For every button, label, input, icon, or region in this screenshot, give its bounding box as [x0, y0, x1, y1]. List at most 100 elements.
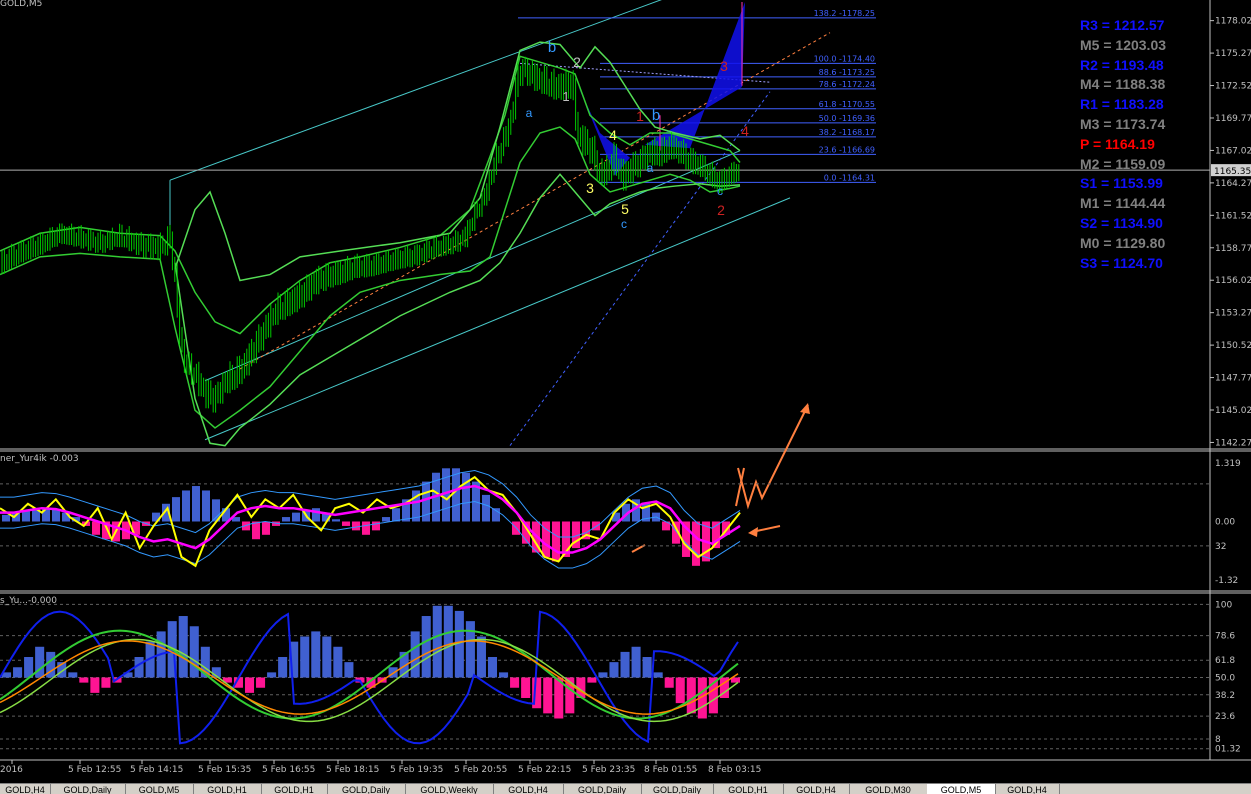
pivot-level: M4 = 1188.38	[1080, 76, 1166, 93]
envelope-lower	[174, 173, 741, 447]
histogram-bar	[620, 651, 630, 678]
histogram-bar	[362, 521, 370, 535]
ind1-tick-label: 32	[1215, 542, 1226, 552]
histogram-bar	[278, 657, 288, 678]
candlestick-series	[1, 56, 740, 413]
histogram-bar	[311, 631, 321, 678]
wave-label: 3	[586, 180, 594, 196]
indicator2-title: s_Yu...-0.000	[0, 596, 57, 606]
histogram-bar	[90, 677, 100, 693]
histogram-bar	[410, 631, 420, 678]
ind2-histogram	[2, 605, 740, 719]
histogram-bar	[692, 521, 700, 566]
pivot-level: M0 = 1129.80	[1080, 234, 1166, 251]
histogram-bar	[189, 626, 199, 678]
histogram-bar	[543, 677, 553, 714]
arrowhead	[800, 403, 810, 414]
arrowhead	[748, 527, 758, 537]
fib-level-label: 78.6 -1172.24	[819, 80, 875, 89]
histogram-bar	[598, 672, 608, 678]
histogram-bar	[587, 677, 597, 683]
time-tick-label: 5 Feb 14:15	[130, 765, 183, 775]
ind2-tick-label: 50.0	[1215, 674, 1235, 684]
pivot-level: S1 = 1153.99	[1080, 175, 1163, 192]
price-tick-label: 1172.52	[1215, 82, 1251, 92]
wave-label: c	[717, 184, 723, 198]
ind2-tick-label: 78.6	[1215, 632, 1235, 642]
price-tick-label: 1147.77	[1215, 374, 1251, 384]
histogram-bar	[609, 662, 619, 678]
histogram-bar	[300, 636, 310, 678]
histogram-bar	[421, 616, 431, 678]
price-tick-label: 1175.27	[1215, 49, 1251, 59]
histogram-bar	[452, 468, 460, 522]
histogram-bar	[352, 521, 360, 531]
histogram-bar	[332, 519, 340, 522]
wave-label: 2	[717, 202, 725, 218]
histogram-bar	[244, 677, 255, 693]
pivot-level: R1 = 1183.28	[1080, 96, 1164, 113]
wave-label: 4	[609, 127, 617, 143]
fib-level-label: 23.6 -1166.69	[819, 145, 875, 154]
histogram-bar	[392, 508, 400, 522]
price-tick-label: 1153.27	[1215, 309, 1251, 319]
price-tick-label: 1142.27	[1215, 438, 1251, 448]
histogram-bar	[443, 605, 453, 678]
fib-level-label: 88.6 -1173.25	[819, 68, 875, 77]
histogram-bar	[432, 605, 442, 678]
ind2-tick-label: 38.2	[1215, 691, 1235, 701]
pivot-level: S3 = 1124.70	[1080, 254, 1163, 271]
fib-level-label: 0.0 -1164.31	[824, 173, 875, 182]
wave-label: 1	[562, 89, 569, 104]
histogram-bar	[13, 667, 23, 678]
histogram-bar	[344, 662, 354, 678]
projection-arrow	[737, 404, 809, 510]
wave-label: a	[647, 161, 654, 175]
histogram-bar	[178, 616, 188, 678]
time-tick-label: 5 Feb 19:35	[390, 765, 443, 775]
ind2-tick-label: 100	[1215, 600, 1232, 610]
wave-label: 4	[741, 123, 749, 139]
time-tick-label: 5 Feb 20:55	[454, 765, 507, 775]
chart-tab-bar: GOLD,H4 GOLD,Daily GOLD,M5 GOLD,H1 GOLD,H1 GO…	[0, 783, 1251, 794]
histogram-bar	[79, 677, 89, 683]
price-tick-label: 1167.02	[1215, 146, 1251, 156]
histogram-bar	[256, 677, 266, 688]
histogram-bar	[262, 521, 270, 535]
time-tick-label: 5 Feb 18:15	[326, 765, 379, 775]
histogram-bar	[499, 672, 509, 678]
histogram-bar	[653, 672, 663, 678]
histogram-bar	[342, 521, 350, 526]
pivot-level: R3 = 1212.57	[1080, 17, 1165, 33]
time-tick-label: 2016	[0, 765, 23, 775]
pivot-level: P = 1164.19	[1080, 135, 1155, 152]
pivot-levels-panel: R3 = 1212.57 M5 = 1203.03 R2 = 1193.48 M4 =…	[1080, 16, 1200, 273]
pivot-level: M2 = 1159.09	[1080, 155, 1166, 172]
wave-label: b	[548, 39, 556, 56]
ind2-tick-label: 8	[1215, 735, 1221, 745]
pivot-level: R2 = 1193.48	[1080, 56, 1164, 73]
histogram-bar	[510, 677, 520, 688]
bollinger-lower-band	[0, 126, 741, 429]
time-tick-label: 5 Feb 12:55	[68, 765, 121, 775]
time-tick-label: 8 Feb 01:55	[644, 765, 697, 775]
histogram-bar	[631, 646, 641, 678]
price-tick-label: 1169.77	[1215, 114, 1251, 124]
pivot-level: M1 = 1144.44	[1080, 195, 1166, 212]
histogram-bar	[182, 490, 190, 522]
histogram-bar	[476, 636, 486, 678]
price-tick-label: 1150.52	[1215, 341, 1251, 351]
wave-label: 5	[621, 201, 629, 217]
price-tick-label: 1161.52	[1215, 211, 1251, 221]
fib-level-label: 38.2 -1168.17	[819, 128, 875, 137]
histogram-bar	[686, 677, 696, 714]
histogram-bar	[322, 636, 332, 678]
fib-level-label: 61.8 -1170.55	[819, 100, 875, 109]
current-price-label: 1165.35	[1214, 167, 1251, 177]
price-tick-label: 1178.02	[1215, 17, 1251, 27]
histogram-bar	[92, 521, 100, 535]
histogram-bar	[333, 646, 343, 678]
histogram-bar	[465, 621, 475, 678]
trading-chart: 1178.02 1175.27 1172.52 1169.77 1167.02 1164.…	[0, 0, 1251, 775]
histogram-bar	[267, 672, 277, 678]
